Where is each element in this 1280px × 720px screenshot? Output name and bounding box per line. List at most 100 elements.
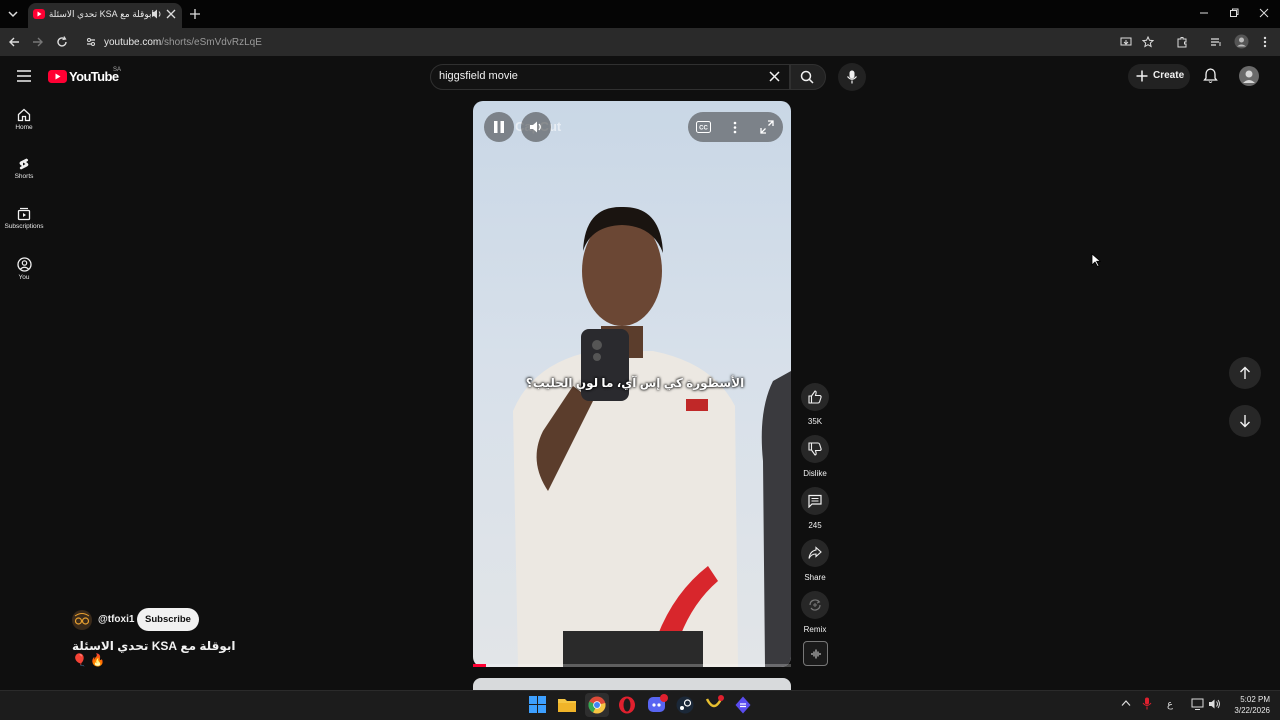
url-path: /shorts/eSmVdvRzLqE — [161, 37, 262, 48]
site-info-icon[interactable] — [85, 36, 97, 48]
subscribe-button[interactable]: Subscribe — [137, 608, 199, 631]
tab-search-icon[interactable] — [6, 7, 20, 21]
remix-label: Remix — [803, 625, 827, 634]
you-icon — [16, 257, 32, 272]
windows-start-icon[interactable] — [529, 696, 546, 713]
share-label: Share — [804, 573, 826, 582]
share-icon — [808, 546, 822, 559]
discord-icon[interactable] — [647, 694, 669, 714]
opera-icon[interactable] — [618, 696, 636, 714]
audio-track-button[interactable] — [803, 641, 828, 666]
notifications-bell-icon[interactable] — [1203, 68, 1218, 84]
remix-button[interactable] — [801, 591, 829, 619]
search-icon — [800, 70, 814, 84]
forward-icon[interactable] — [32, 36, 44, 48]
taskbar-clock[interactable]: 5:02 PM 3/22/2026 — [1226, 694, 1270, 716]
comment-count: 245 — [808, 521, 822, 530]
address-url[interactable]: youtube.com/shorts/eSmVdvRzLqE — [104, 37, 262, 48]
hamburger-menu-icon[interactable] — [17, 70, 31, 82]
youtube-logo[interactable]: YouTube SA — [48, 67, 122, 86]
speaker-icon[interactable] — [1208, 698, 1221, 710]
minimize-icon[interactable] — [1199, 8, 1209, 18]
sidebar-item-subscriptions[interactable]: Subscriptions — [0, 207, 48, 230]
tab-title: ابوقلة مع KSA تحدي الاسئلة — [48, 9, 154, 19]
thumbs-down-icon — [808, 442, 822, 456]
account-avatar-icon[interactable] — [1239, 66, 1259, 86]
youtube-logo-text: YouTube — [69, 69, 119, 84]
restore-icon[interactable] — [1229, 8, 1239, 18]
plus-icon — [1136, 70, 1148, 82]
dislike-button[interactable] — [801, 435, 829, 463]
share-button[interactable] — [801, 539, 829, 567]
dislike-label: Dislike — [803, 469, 827, 478]
clock-time: 5:02 PM — [1240, 695, 1270, 704]
like-button[interactable] — [801, 383, 829, 411]
mouse-cursor-icon — [1091, 253, 1101, 267]
subscriptions-icon — [17, 207, 31, 221]
closed-captions-icon[interactable]: CC — [696, 121, 711, 133]
youtube-favicon-icon — [33, 9, 45, 19]
volume-icon — [530, 121, 541, 133]
game-launcher-icon[interactable] — [705, 695, 725, 714]
browser-menu-icon[interactable] — [1260, 36, 1270, 48]
back-icon[interactable] — [8, 36, 20, 48]
tab-audio-icon[interactable] — [150, 8, 162, 20]
sidebar-label-you: You — [18, 274, 30, 281]
channel-avatar-icon[interactable] — [72, 610, 92, 630]
search-input[interactable]: higgsfield movie — [439, 70, 518, 82]
reload-icon[interactable] — [56, 36, 68, 48]
media-controls-icon[interactable] — [1210, 36, 1222, 48]
sidebar-label-shorts: Shorts — [14, 173, 34, 180]
tab-close-icon[interactable] — [166, 9, 176, 19]
file-explorer-icon[interactable] — [558, 697, 576, 712]
microphone-icon — [847, 70, 857, 84]
sidebar-item-you[interactable]: You — [0, 257, 48, 281]
video-caption: الأسطورة كي إس آي، ما لون الحليب؟ — [525, 376, 745, 390]
input-language[interactable]: ع — [1167, 699, 1173, 710]
extensions-icon[interactable] — [1176, 36, 1188, 48]
sidebar-item-shorts[interactable]: Shorts — [0, 157, 48, 180]
video-progress-bar[interactable] — [473, 664, 791, 667]
network-icon[interactable] — [1191, 698, 1204, 710]
new-tab-icon[interactable] — [189, 8, 201, 20]
video-progress-fill — [473, 664, 486, 667]
pause-button[interactable] — [484, 112, 514, 142]
sidebar-item-home[interactable]: Home — [0, 108, 48, 131]
channel-handle[interactable]: @tfoxi1 — [98, 614, 134, 625]
create-label: Create — [1153, 70, 1185, 81]
window-close-icon[interactable] — [1259, 8, 1269, 18]
youtube-logo-icon — [48, 70, 67, 83]
sidebar-label-home: Home — [15, 124, 33, 131]
chrome-icon — [588, 696, 606, 714]
like-count: 35K — [807, 417, 823, 426]
tray-mic-icon[interactable] — [1142, 697, 1152, 711]
url-host: youtube.com — [104, 37, 162, 48]
install-app-icon[interactable] — [1120, 36, 1132, 48]
pause-icon — [494, 121, 504, 133]
thumbs-up-icon — [808, 390, 822, 404]
create-button[interactable]: Create — [1128, 64, 1190, 89]
steam-icon[interactable] — [676, 696, 694, 714]
arrow-down-icon — [1240, 415, 1250, 428]
region-code: SA — [113, 67, 122, 73]
app-icon[interactable] — [735, 696, 751, 714]
volume-button[interactable] — [521, 112, 551, 142]
clock-date: 3/22/2026 — [1234, 706, 1270, 715]
previous-short-button[interactable] — [1229, 357, 1261, 389]
next-short-preview[interactable] — [473, 678, 791, 690]
clear-search-icon[interactable] — [769, 71, 780, 82]
video-title[interactable]: ابوقلة مع KSA تحدي الاسئلة 🔥 🎈 — [72, 639, 240, 667]
profile-avatar-icon[interactable] — [1234, 34, 1249, 49]
comment-icon — [808, 494, 822, 508]
arrow-up-icon — [1240, 366, 1250, 379]
windows-taskbar — [0, 690, 1280, 720]
comments-button[interactable] — [801, 487, 829, 515]
remix-icon — [809, 599, 821, 611]
tray-overflow-icon[interactable] — [1121, 699, 1131, 707]
more-options-icon[interactable] — [732, 121, 738, 134]
next-short-button[interactable] — [1229, 405, 1261, 437]
fullscreen-icon[interactable] — [760, 120, 774, 134]
audio-wave-icon — [811, 649, 821, 659]
bookmark-star-icon[interactable] — [1142, 36, 1154, 48]
svg-text:CC: CC — [699, 126, 708, 132]
